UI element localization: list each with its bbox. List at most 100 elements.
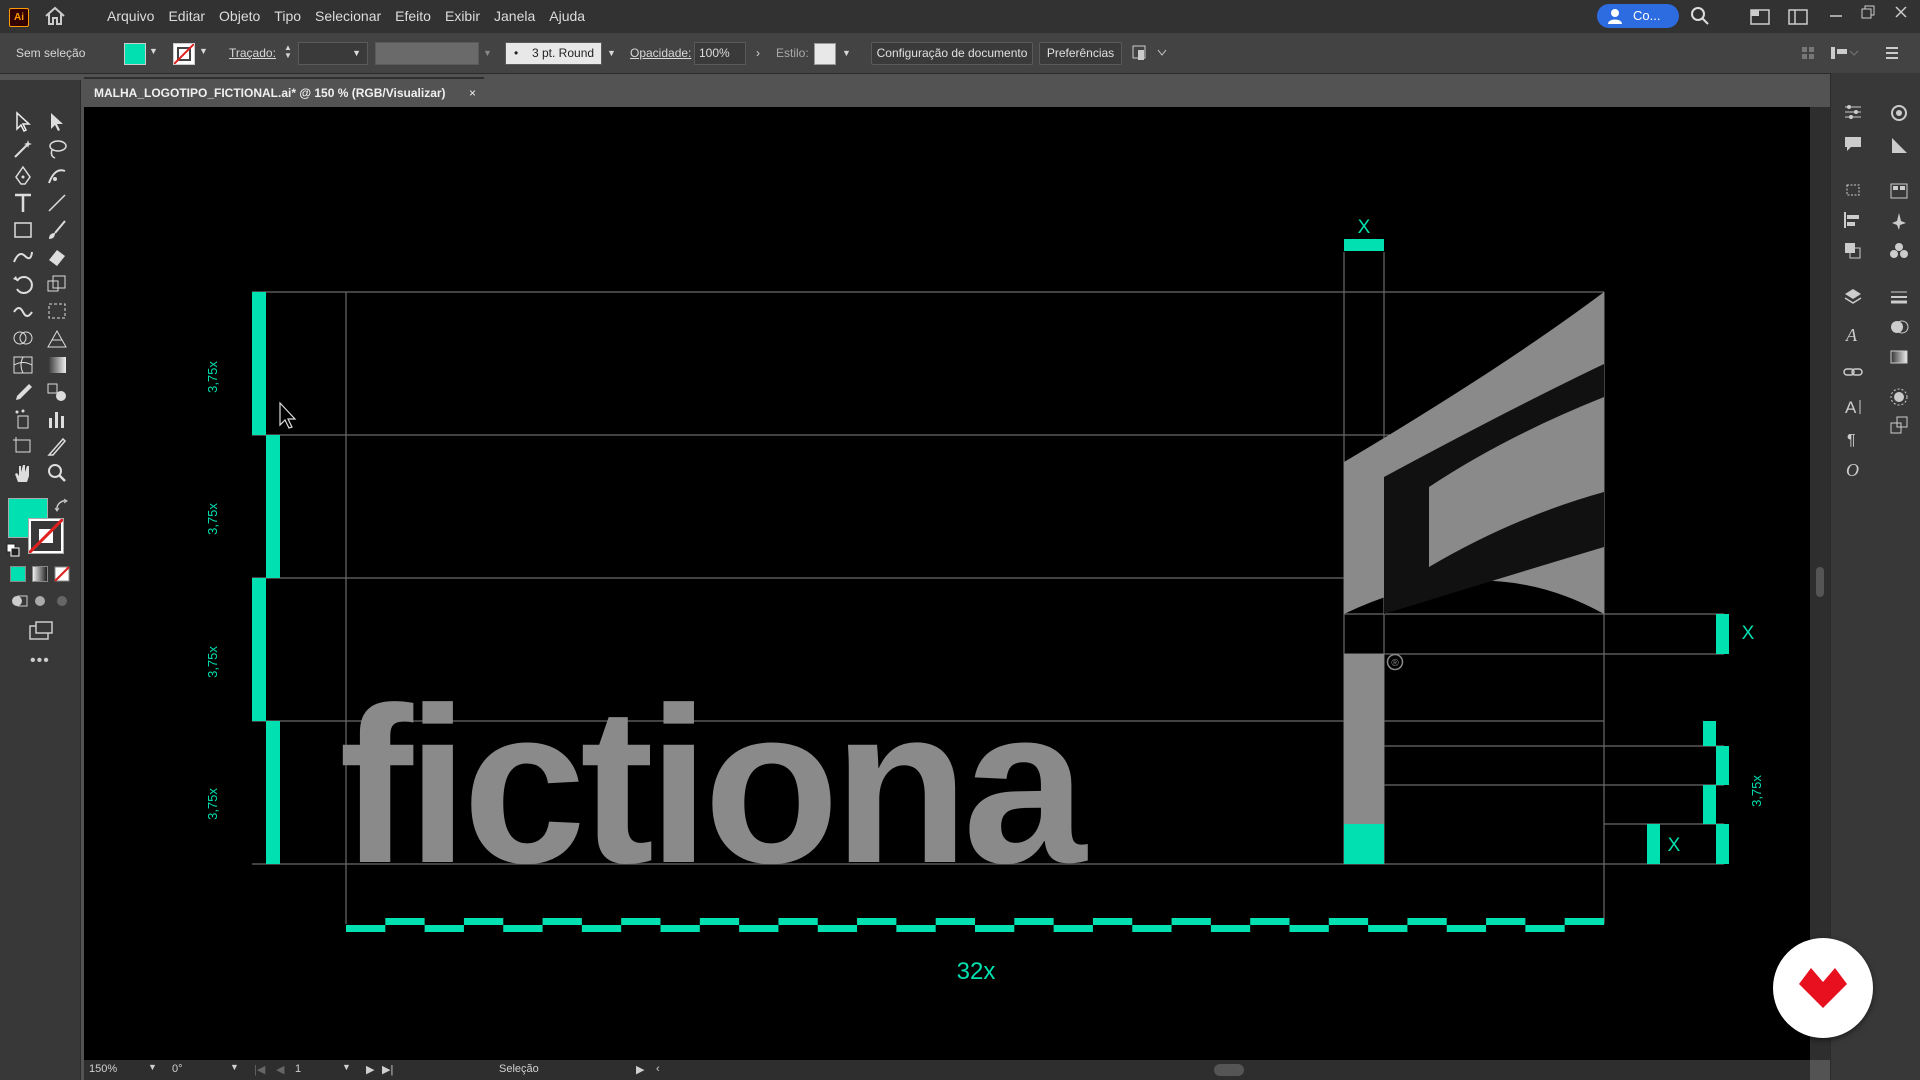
menu-tipo[interactable]: Tipo — [267, 0, 308, 33]
vertical-scrollbar[interactable] — [1810, 107, 1830, 1060]
status-menu-icon[interactable]: ▶ — [636, 1063, 644, 1076]
paragraph-icon[interactable]: ¶ — [1843, 429, 1863, 449]
magic-wand-tool-icon[interactable] — [11, 138, 35, 160]
chevron-down-icon[interactable]: ▼ — [230, 1062, 239, 1072]
stroke-swatch[interactable] — [173, 43, 195, 65]
more-tools-icon[interactable]: ••• — [30, 652, 50, 670]
lasso-tool-icon[interactable] — [45, 138, 69, 160]
menu-arquivo[interactable]: Arquivo — [100, 0, 161, 33]
artboard-number[interactable]: 1 — [295, 1063, 301, 1075]
slice-tool-icon[interactable] — [45, 435, 69, 457]
column-graph-tool-icon[interactable] — [45, 408, 69, 430]
zoom-tool-icon[interactable] — [45, 462, 69, 484]
symbols-icon[interactable] — [1889, 241, 1911, 261]
close-tab-icon[interactable]: × — [469, 79, 476, 107]
menu-efeito[interactable]: Efeito — [388, 0, 438, 33]
fill-swatch[interactable] — [124, 43, 146, 65]
symbol-sprayer-tool-icon[interactable] — [11, 408, 35, 430]
draw-behind-icon[interactable] — [32, 593, 50, 609]
pathfinder-icon[interactable] — [1843, 241, 1863, 259]
next-artboard-icon[interactable]: ▶ — [366, 1063, 374, 1076]
eraser-tool-icon[interactable] — [45, 246, 69, 268]
warp-tool-icon[interactable] — [11, 300, 35, 322]
mesh-tool-icon[interactable] — [11, 354, 35, 376]
brush-definition[interactable]: • 3 pt. Round — [505, 42, 602, 65]
menu-editar[interactable]: Editar — [161, 0, 212, 33]
type-tool-icon[interactable] — [11, 192, 35, 214]
graphic-styles-icon[interactable] — [1889, 415, 1911, 435]
brushes-icon[interactable] — [1889, 211, 1911, 231]
appearance-icon[interactable] — [1889, 387, 1911, 407]
color-panel-icon[interactable] — [1889, 103, 1911, 123]
align-panel-icon[interactable] — [1843, 211, 1863, 229]
menu-ajuda[interactable]: Ajuda — [542, 0, 592, 33]
menu-selecionar[interactable]: Selecionar — [308, 0, 388, 33]
properties-icon[interactable] — [1843, 103, 1863, 121]
gradient-panel-icon[interactable] — [1889, 347, 1911, 367]
scale-tool-icon[interactable] — [45, 273, 69, 295]
scroll-thumb[interactable] — [1816, 567, 1824, 597]
layers-icon[interactable] — [1843, 287, 1863, 305]
pen-tool-icon[interactable] — [11, 165, 35, 187]
artboard-tool-icon[interactable] — [11, 435, 35, 457]
paintbrush-tool-icon[interactable] — [45, 219, 69, 241]
first-artboard-icon[interactable]: |◀ — [254, 1063, 265, 1076]
default-colors-icon[interactable] — [6, 543, 20, 557]
workspace-icon[interactable] — [1750, 9, 1770, 25]
transparency-icon[interactable] — [1889, 317, 1911, 337]
transform-icon[interactable] — [1830, 45, 1860, 61]
align-icon[interactable] — [1800, 45, 1816, 61]
shaper-tool-icon[interactable] — [11, 246, 35, 268]
scroll-left-icon[interactable]: ‹ — [656, 1063, 660, 1075]
opacity-input[interactable]: 100% — [694, 42, 746, 65]
hand-tool-icon[interactable] — [11, 462, 35, 484]
style-swatch[interactable] — [814, 43, 836, 65]
free-transform-tool-icon[interactable] — [45, 300, 69, 322]
chevron-down-icon[interactable]: ▼ — [148, 1062, 157, 1072]
transform-panel-icon[interactable] — [1843, 181, 1863, 199]
chevron-right-icon[interactable]: › — [756, 33, 760, 73]
chevron-down-icon[interactable]: ▼ — [342, 1062, 351, 1072]
gradient-tool-icon[interactable] — [45, 354, 69, 376]
panel-menu-icon[interactable] — [1884, 45, 1900, 61]
horizontal-scrollbar[interactable] — [1214, 1064, 1244, 1076]
menu-objeto[interactable]: Objeto — [212, 0, 267, 33]
eyedropper-tool-icon[interactable] — [11, 381, 35, 403]
home-icon[interactable] — [44, 6, 66, 26]
stroke-label[interactable]: Traçado: — [229, 33, 276, 73]
direct-selection-tool-icon[interactable] — [45, 111, 69, 133]
preferences-button[interactable]: Preferências — [1039, 42, 1122, 65]
comments-icon[interactable] — [1843, 135, 1863, 153]
chevron-down-icon[interactable]: ▼ — [607, 33, 616, 73]
shape-builder-tool-icon[interactable] — [11, 327, 35, 349]
menu-exibir[interactable]: Exibir — [438, 0, 487, 33]
perspective-grid-tool-icon[interactable] — [45, 327, 69, 349]
swap-colors-icon[interactable] — [54, 498, 70, 514]
canvas[interactable]: fictiona ® 3,75x 3,75x 3,75x 3,75x 3,75x… — [84, 107, 1810, 1060]
draw-inside-icon[interactable] — [54, 593, 72, 609]
links-icon[interactable] — [1843, 363, 1863, 381]
chevron-down-icon[interactable]: ▼ — [483, 33, 492, 73]
opentype-icon[interactable]: O — [1843, 459, 1863, 479]
character-icon[interactable]: A — [1843, 397, 1863, 417]
arrange-icon[interactable] — [1788, 9, 1808, 25]
curvature-tool-icon[interactable] — [45, 165, 69, 187]
stroke-color[interactable] — [28, 518, 64, 554]
menu-janela[interactable]: Janela — [487, 0, 542, 33]
arrange-documents-icon[interactable] — [1132, 44, 1168, 62]
stroke-weight-input[interactable]: ▼ — [298, 42, 368, 65]
minimize-icon[interactable] — [1828, 8, 1844, 24]
blend-tool-icon[interactable] — [45, 381, 69, 403]
color-mode-button[interactable] — [10, 566, 26, 582]
rotation-value[interactable]: 0° — [172, 1063, 183, 1075]
rotate-tool-icon[interactable] — [11, 273, 35, 295]
selection-tool-icon[interactable] — [11, 111, 35, 133]
share-button[interactable]: Co... — [1597, 4, 1679, 28]
line-tool-icon[interactable] — [45, 192, 69, 214]
screen-mode-icon[interactable] — [28, 620, 54, 642]
draw-normal-icon[interactable] — [10, 593, 28, 609]
character-styles-icon[interactable]: A — [1843, 325, 1863, 345]
color-guide-icon[interactable] — [1889, 135, 1911, 155]
close-window-icon[interactable] — [1893, 4, 1909, 20]
rectangle-tool-icon[interactable] — [11, 219, 35, 241]
